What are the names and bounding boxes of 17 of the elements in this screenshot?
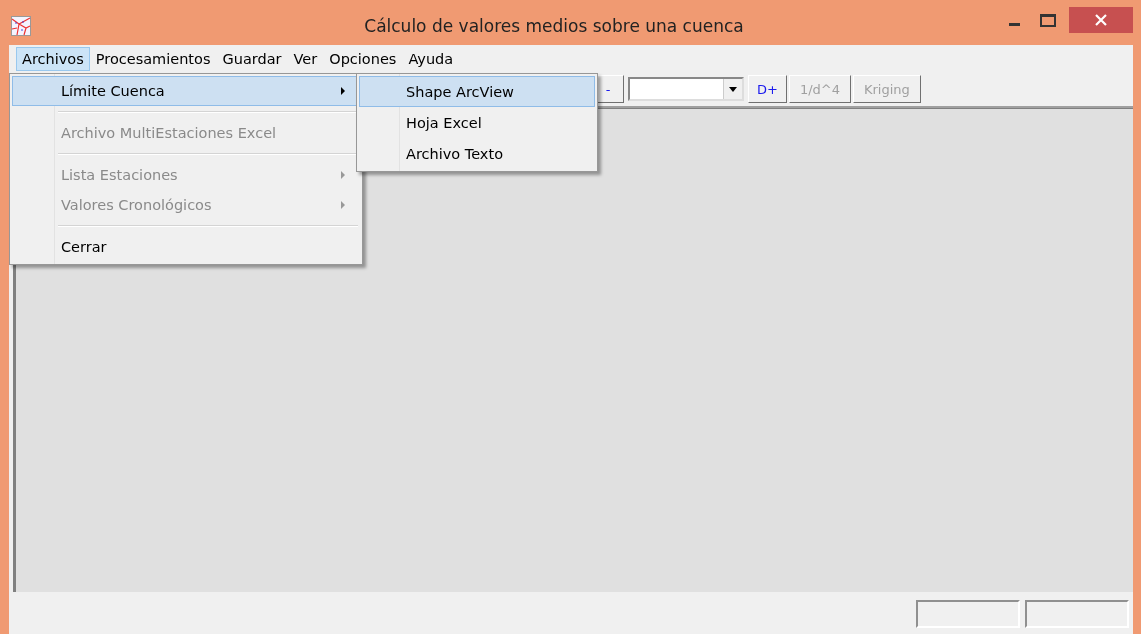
app-icon — [11, 16, 31, 36]
menu-item[interactable]: Guardar — [216, 46, 288, 71]
close-button[interactable] — [1069, 7, 1133, 33]
menu-item[interactable]: Ayuda — [402, 46, 460, 71]
menu-item[interactable]: Archivo Texto — [359, 138, 595, 169]
menu-item[interactable]: Hoja Excel — [359, 107, 595, 138]
menu-item[interactable]: Ver — [287, 46, 324, 71]
caret-icon — [729, 86, 737, 92]
menu-item[interactable]: Procesamientos — [89, 46, 217, 71]
dropdown-field[interactable] — [628, 77, 744, 101]
toolbar-button[interactable]: D+ — [748, 75, 787, 103]
menu-item[interactable]: Opciones — [323, 46, 403, 71]
menu-item[interactable]: Shape ArcView — [359, 76, 595, 107]
window-title: Cálculo de valores medios sobre una cuenca — [364, 16, 744, 36]
menu-item[interactable]: Archivos — [16, 46, 90, 71]
close-icon — [1095, 14, 1107, 26]
menu-item[interactable]: Cerrar — [12, 232, 360, 262]
